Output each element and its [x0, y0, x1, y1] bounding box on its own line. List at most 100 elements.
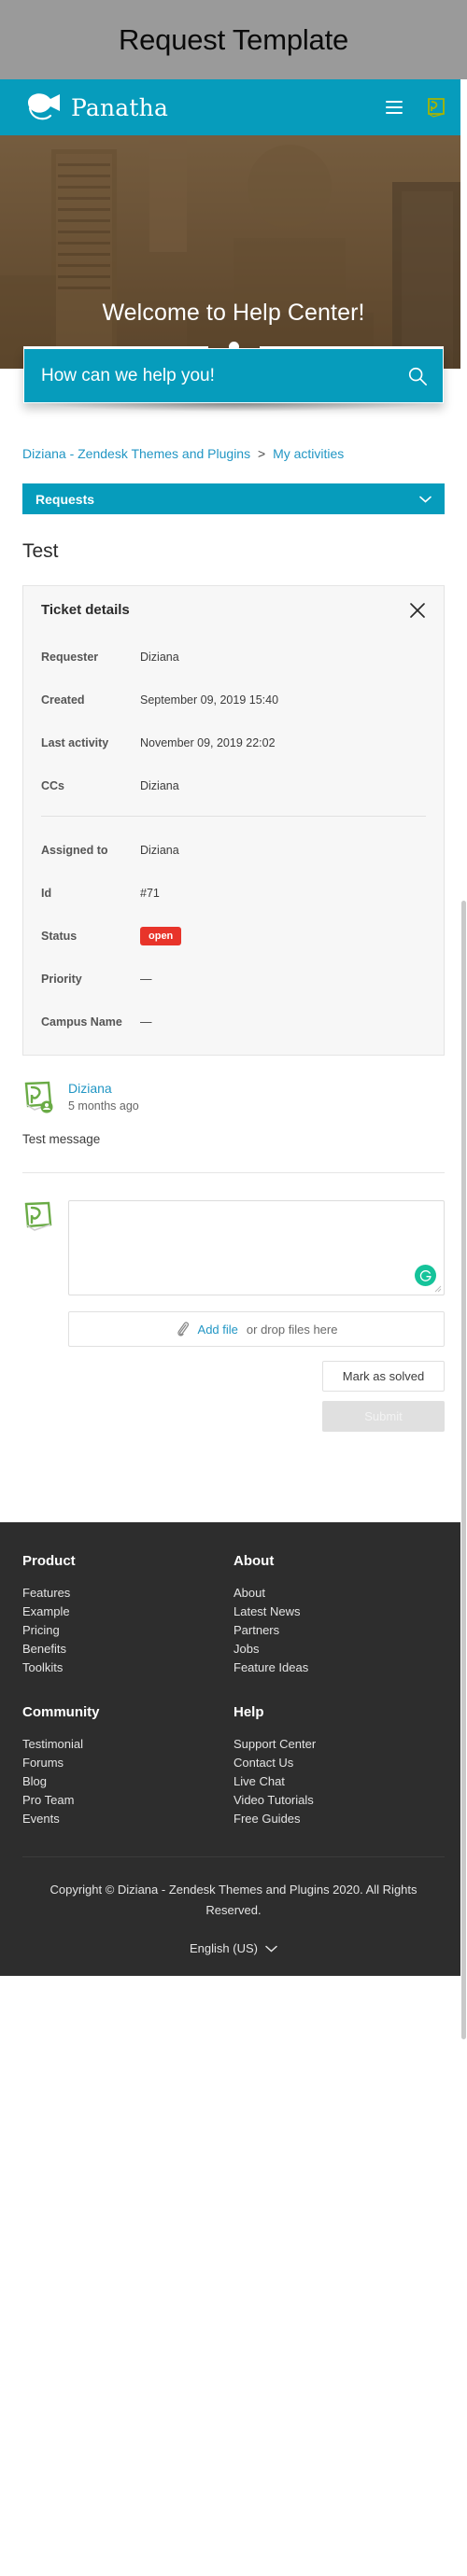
paperclip-icon — [177, 1322, 189, 1337]
footer-link[interactable]: Support Center — [234, 1735, 445, 1754]
footer-link[interactable]: Example — [22, 1603, 234, 1621]
search-box[interactable] — [23, 348, 444, 403]
footer-link[interactable]: Partners — [234, 1621, 445, 1640]
detail-value: — — [140, 972, 152, 986]
requests-dropdown[interactable]: Requests — [22, 483, 445, 514]
comment-author-link[interactable]: Diziana — [68, 1081, 139, 1096]
add-file-link[interactable]: Add file — [198, 1323, 238, 1337]
close-icon[interactable] — [409, 602, 426, 619]
language-selector[interactable]: English (US) — [22, 1941, 445, 1976]
footer-link[interactable]: Live Chat — [234, 1772, 445, 1791]
detail-label: Campus Name — [41, 1015, 122, 1029]
breadcrumb: Diziana - Zendesk Themes and Plugins > M… — [22, 443, 445, 465]
footer-link[interactable]: Forums — [22, 1754, 234, 1772]
footer-link[interactable]: About — [234, 1584, 445, 1603]
footer-link[interactable]: Latest News — [234, 1603, 445, 1621]
breadcrumb-item-0[interactable]: Diziana - Zendesk Themes and Plugins — [22, 446, 250, 461]
footer-column-help: Help Support Center Contact Us Live Chat… — [234, 1704, 445, 1828]
detail-value: November 09, 2019 22:02 — [140, 735, 276, 749]
detail-value: September 09, 2019 15:40 — [140, 693, 279, 707]
hero-title: Welcome to Help Center! — [102, 300, 365, 326]
comment-item: Diziana 5 months ago — [22, 1080, 445, 1113]
form-actions: Mark as solved Submit — [68, 1361, 445, 1432]
footer-link[interactable]: Free Guides — [234, 1810, 445, 1828]
panatha-fish-logo-icon — [28, 93, 60, 120]
table-row: Assigned to Diziana — [41, 837, 426, 862]
site-header: Panatha — [0, 79, 467, 135]
detail-label: Assigned to — [41, 843, 108, 857]
detail-label: Status — [41, 929, 78, 943]
page-scrollbar-thumb[interactable] — [461, 901, 466, 2039]
comment-body: Test message — [22, 1132, 101, 1146]
detail-value: Diziana — [140, 650, 179, 664]
detail-label: CCs — [41, 778, 65, 792]
main-content: Diziana - Zendesk Themes and Plugins > M… — [0, 443, 467, 1432]
detail-value: — — [140, 1015, 152, 1029]
submit-button[interactable]: Submit — [322, 1401, 445, 1432]
site-footer: Product Features Example Pricing Benefit… — [0, 1522, 467, 1976]
comment-timestamp: 5 months ago — [68, 1099, 139, 1113]
footer-bottom: Copyright © Diziana - Zendesk Themes and… — [22, 1856, 445, 1976]
footer-link[interactable]: Feature Ideas — [234, 1659, 445, 1677]
search-icon[interactable] — [407, 366, 428, 386]
detail-label: Priority — [41, 972, 82, 986]
footer-link[interactable]: Benefits — [22, 1640, 234, 1659]
brand-logo[interactable]: Panatha — [22, 88, 168, 127]
user-avatar-icon[interactable] — [425, 96, 447, 119]
footer-columns: Product Features Example Pricing Benefit… — [22, 1553, 445, 1828]
page-title: Test — [22, 540, 59, 562]
requests-dropdown-label: Requests — [35, 491, 95, 507]
resize-grip-icon[interactable] — [434, 1285, 442, 1293]
language-label: English (US) — [190, 1941, 258, 1955]
footer-link[interactable]: Features — [22, 1584, 234, 1603]
detail-label: Requester — [41, 650, 99, 664]
file-dropzone[interactable]: Add file or drop files here — [68, 1311, 445, 1347]
reply-form: Add file or drop files here Mark as solv… — [22, 1200, 445, 1432]
mark-as-solved-button[interactable]: Mark as solved — [322, 1361, 445, 1392]
grammarly-icon[interactable] — [415, 1265, 436, 1286]
footer-link[interactable]: Jobs — [234, 1640, 445, 1659]
hero-content: Welcome to Help Center! — [0, 300, 467, 352]
hero-banner: Welcome to Help Center! — [0, 135, 467, 369]
divider — [41, 816, 426, 817]
footer-link[interactable]: Pricing — [22, 1621, 234, 1640]
table-row: Created September 09, 2019 15:40 — [41, 687, 426, 712]
footer-link[interactable]: Toolkits — [22, 1659, 234, 1677]
copyright-text: Copyright © Diziana - Zendesk Themes and… — [50, 1883, 417, 1917]
window-title-bar: Request Template — [0, 0, 467, 79]
divider — [22, 1172, 445, 1173]
footer-column-about: About About Latest News Partners Jobs Fe… — [234, 1553, 445, 1677]
table-row: Requester Diziana — [41, 644, 426, 669]
hamburger-menu-icon[interactable] — [386, 101, 403, 114]
detail-label: Last activity — [41, 735, 109, 749]
footer-link[interactable]: Blog — [22, 1772, 234, 1791]
detail-value: Diziana — [140, 843, 179, 857]
footer-column-product: Product Features Example Pricing Benefit… — [22, 1553, 234, 1677]
footer-column-title: Help — [234, 1704, 264, 1720]
table-row: Id #71 — [41, 880, 426, 905]
footer-link[interactable]: Video Tutorials — [234, 1791, 445, 1810]
table-row: Priority — — [41, 966, 426, 991]
dropzone-hint: or drop files here — [246, 1322, 338, 1337]
search-input[interactable] — [41, 365, 407, 386]
footer-link[interactable]: Pro Team — [22, 1791, 234, 1810]
footer-link[interactable]: Contact Us — [234, 1754, 445, 1772]
footer-column-community: Community Testimonial Forums Blog Pro Te… — [22, 1704, 234, 1828]
window-title: Request Template — [118, 22, 349, 56]
ticket-details-panel: Ticket details Requester Diziana Created… — [22, 585, 445, 1056]
reply-textarea[interactable] — [68, 1200, 445, 1295]
table-row: Status open — [41, 923, 426, 948]
footer-link[interactable]: Events — [22, 1810, 234, 1828]
footer-link[interactable]: Testimonial — [22, 1735, 234, 1754]
breadcrumb-item-1[interactable]: My activities — [273, 446, 344, 461]
diziana-avatar-icon — [24, 1081, 53, 1113]
footer-column-title: Community — [22, 1704, 100, 1720]
ticket-details-title: Ticket details — [41, 602, 130, 618]
table-row: Campus Name — — [41, 1009, 426, 1034]
detail-label: Created — [41, 693, 85, 707]
brand-name: Panatha — [71, 93, 169, 121]
page-viewport: Panatha Welcome to Help Center! How can … — [0, 79, 467, 2576]
chevron-down-icon — [419, 496, 432, 503]
footer-column-title: About — [234, 1553, 275, 1569]
detail-value: #71 — [140, 886, 160, 900]
